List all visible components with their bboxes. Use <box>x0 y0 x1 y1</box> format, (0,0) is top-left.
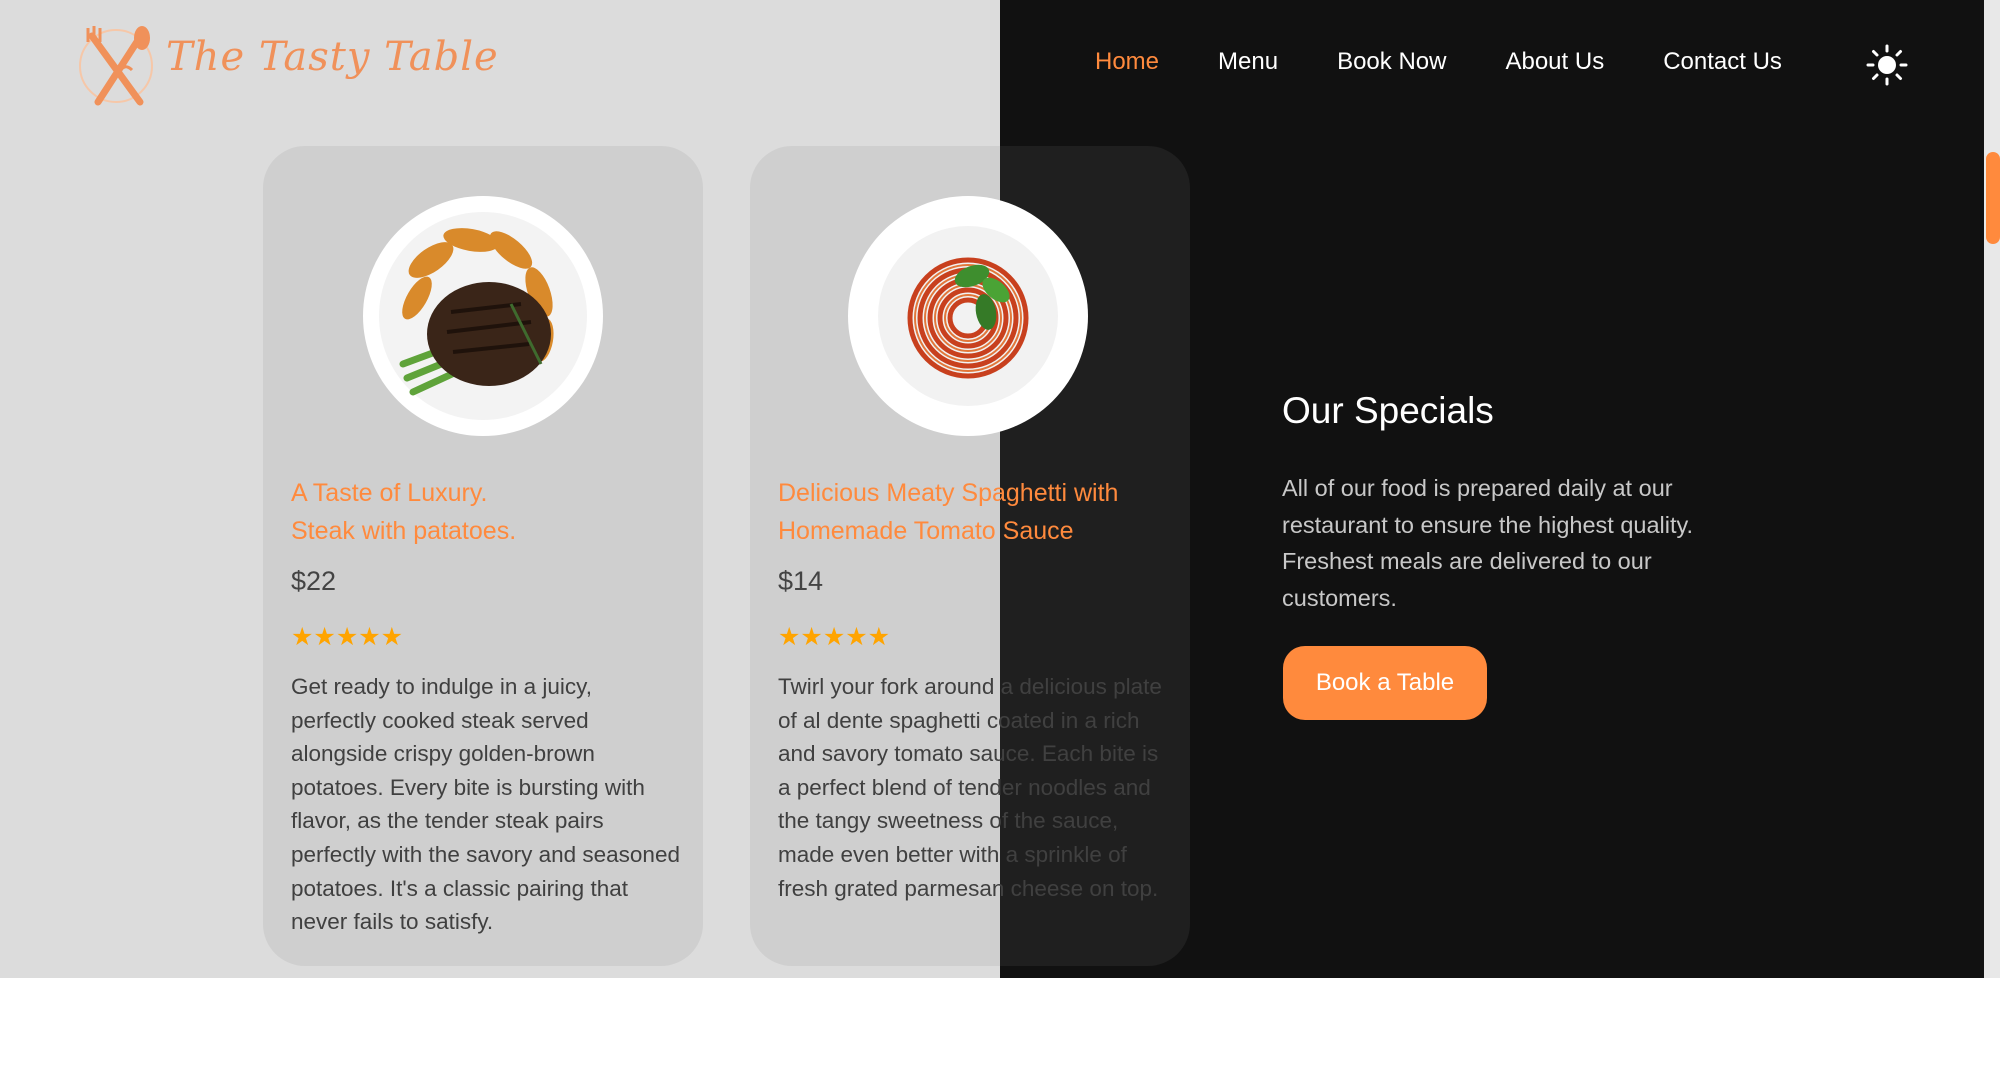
dish-title-line-1: A Taste of Luxury. <box>291 479 488 507</box>
star-rating: ★★★★★ <box>291 623 404 651</box>
dish-description: Twirl your fork around a delicious plate… <box>778 674 1162 901</box>
dish-price: $22 <box>291 566 337 596</box>
dish-title-line-1: Delicious Meaty Spaghetti with <box>778 479 1119 507</box>
menu-card-steak[interactable]: A Taste of Luxury. Steak with patatoes. … <box>263 146 703 966</box>
card-content: Delicious Meaty Spaghetti with Homemade … <box>750 146 1190 966</box>
nav-contact-us[interactable]: Contact Us <box>1663 48 1782 76</box>
nav-book-now[interactable]: Book Now <box>1337 48 1446 76</box>
dish-title-line-2: Homemade Tomato Sauce <box>778 517 1074 545</box>
star-rating: ★★★★★ <box>778 623 891 651</box>
scrollbar-track[interactable] <box>1984 0 2000 978</box>
theme-toggle-button[interactable] <box>1866 44 1908 86</box>
book-table-button[interactable]: Book a Table <box>1283 646 1487 720</box>
card-content: A Taste of Luxury. Steak with patatoes. … <box>263 146 703 966</box>
nav-menu[interactable]: Menu <box>1218 48 1278 76</box>
nav-about-us[interactable]: About Us <box>1505 48 1604 76</box>
spaghetti-dish-image <box>848 196 1088 436</box>
main-nav: Home Menu Book Now About Us Contact Us <box>1095 48 1782 76</box>
crossed-utensils-icon <box>79 26 153 106</box>
specials-heading: Our Specials <box>1282 390 1494 431</box>
dish-description: Get ready to indulge in a juicy, perfect… <box>291 674 680 935</box>
dish-price: $14 <box>778 566 824 596</box>
scrollbar-thumb[interactable] <box>1986 152 2000 244</box>
logo-wordmark: The Tasty Table <box>166 34 499 80</box>
dish-title: Delicious Meaty Spaghetti with Homemade … <box>778 474 1178 550</box>
dish-title: A Taste of Luxury. Steak with patatoes. <box>291 474 691 550</box>
menu-card-spaghetti[interactable]: Delicious Meaty Spaghetti with Homemade … <box>750 146 1190 966</box>
steak-dish-image <box>363 196 603 436</box>
dish-title-line-2: Steak with patatoes. <box>291 517 517 545</box>
page-viewport: The Tasty Table Home Menu Book Now About… <box>0 0 2000 978</box>
sun-icon <box>1866 44 1908 86</box>
site-logo[interactable]: The Tasty Table <box>78 22 498 108</box>
nav-home[interactable]: Home <box>1095 48 1159 76</box>
specials-description: All of our food is prepared daily at our… <box>1282 475 1694 611</box>
